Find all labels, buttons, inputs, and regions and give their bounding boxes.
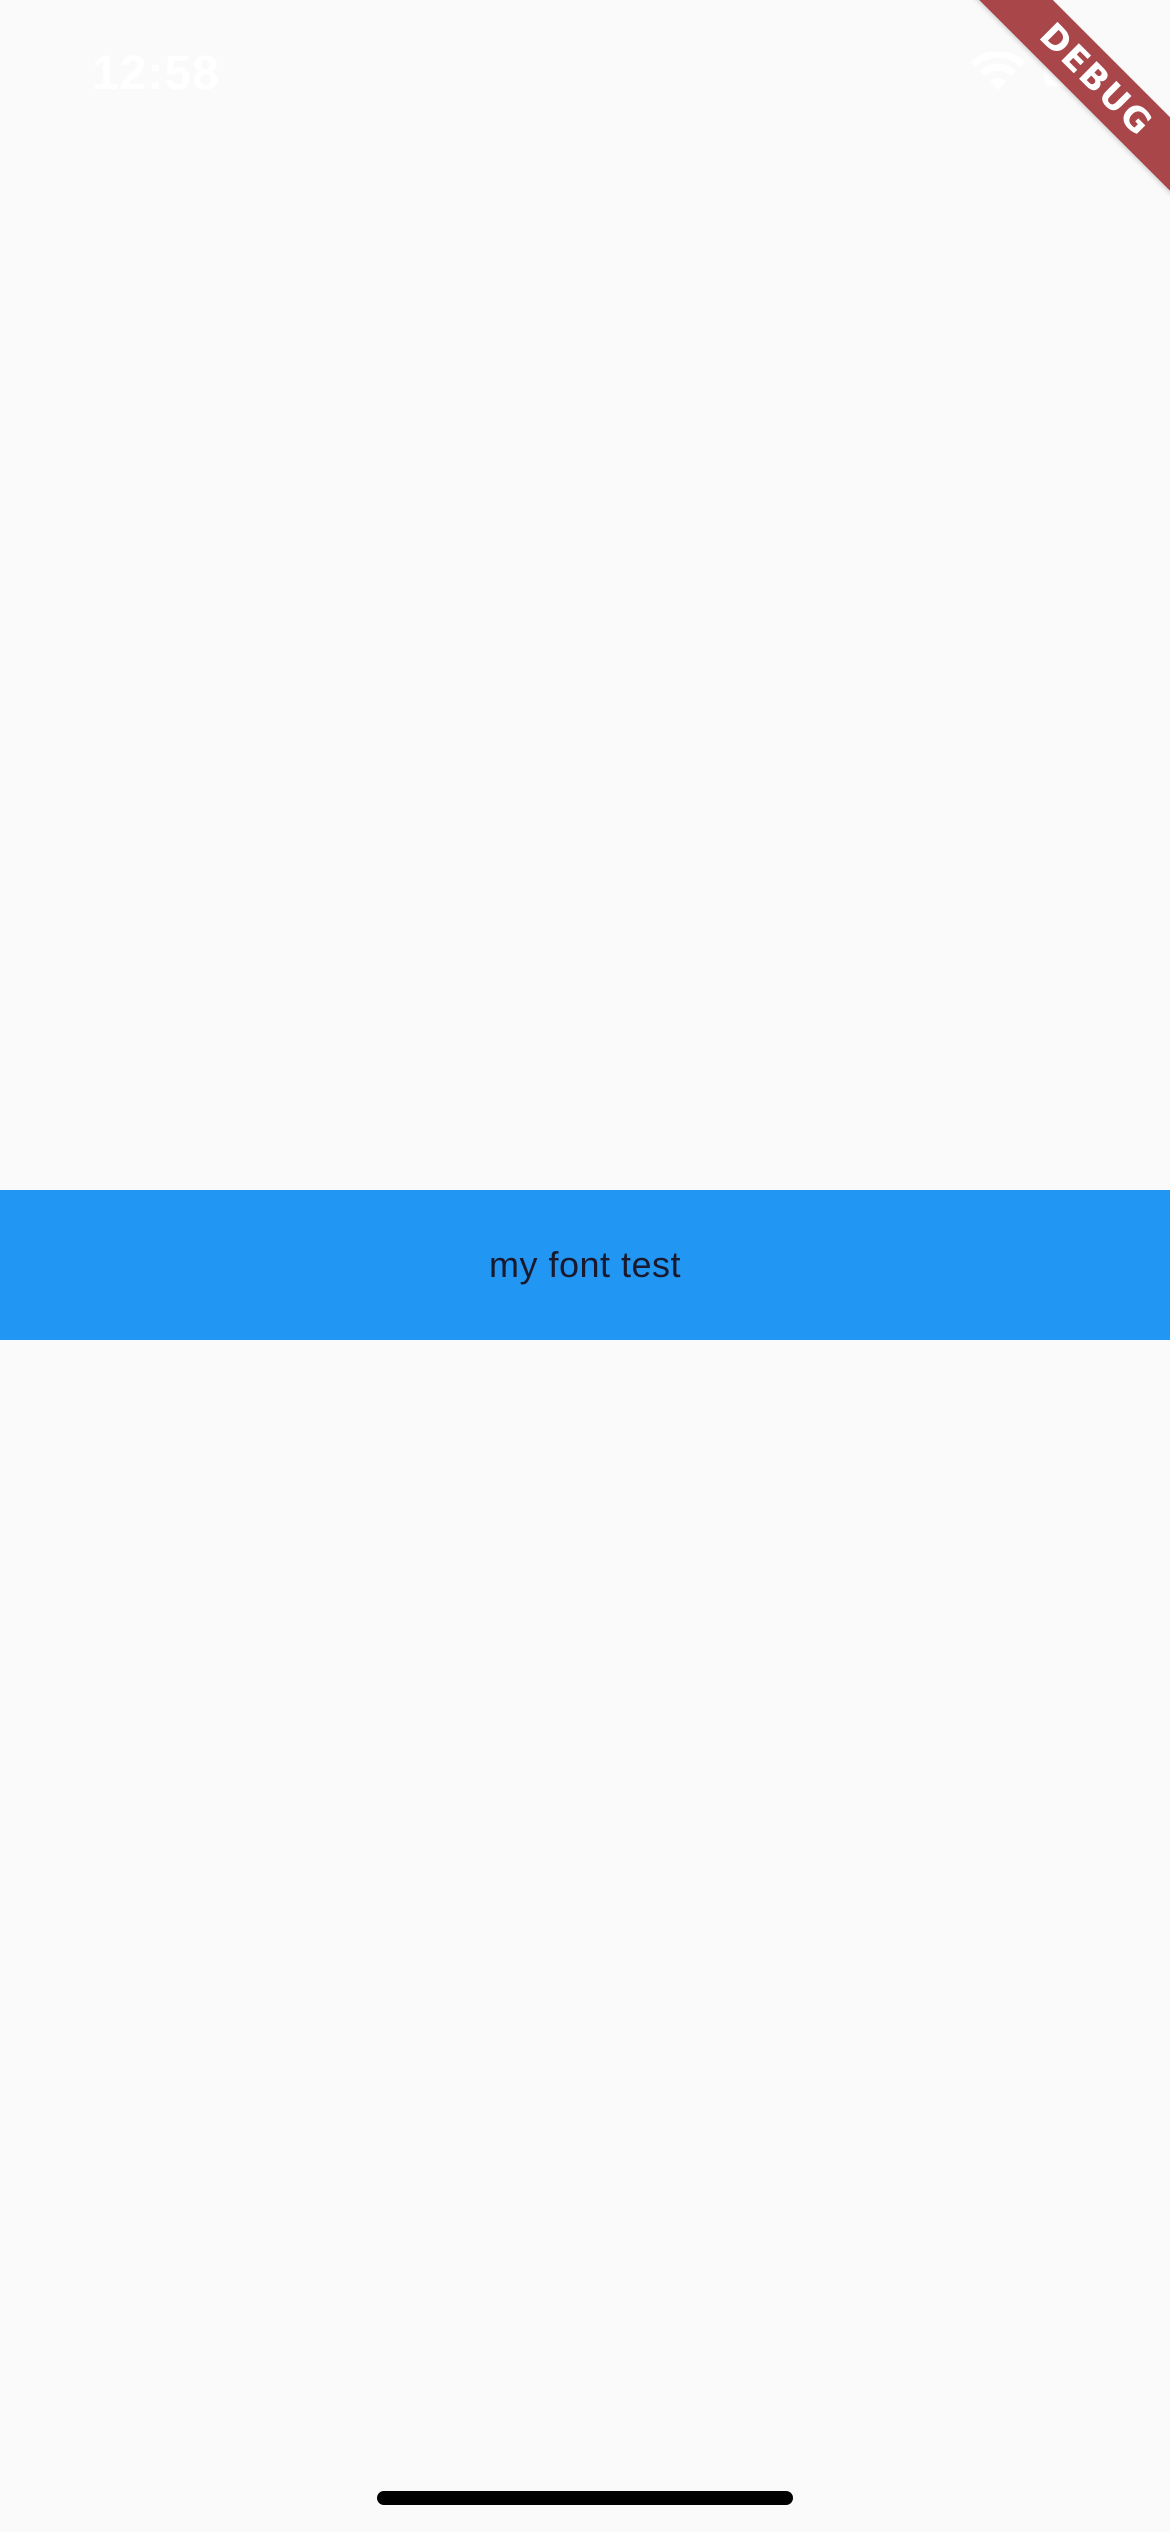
home-indicator[interactable] <box>377 2491 793 2505</box>
debug-banner-label: DEBUG <box>964 0 1170 212</box>
status-time: 12:58 <box>92 47 220 100</box>
debug-banner: DEBUG <box>950 0 1170 220</box>
font-test-bar: my font test <box>0 1190 1170 1340</box>
app-screen: 12:58 DEBUG my font test <box>0 0 1170 2532</box>
font-test-text: my font test <box>488 1244 682 1285</box>
